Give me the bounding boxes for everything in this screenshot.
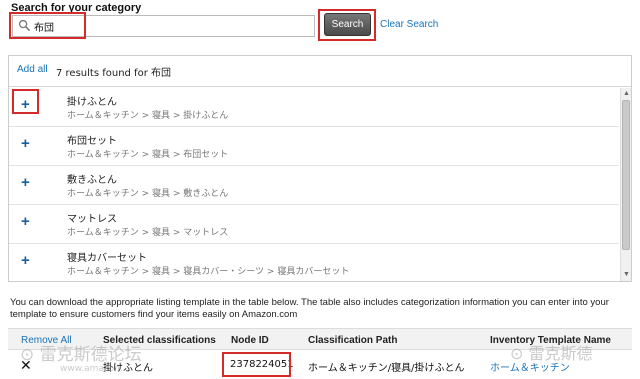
scroll-up-icon[interactable]: ▲ xyxy=(622,89,631,98)
results-scrollbar[interactable]: ▲ ▼ xyxy=(620,88,631,281)
remove-icon[interactable]: ✕ xyxy=(20,357,32,374)
search-title: Search for your category xyxy=(11,2,142,14)
table-row: ✕ 掛けふとん 2378224051 ホーム＆キッチン/寝具/掛けふとん ホーム… xyxy=(8,350,632,379)
header-node-id: Node ID xyxy=(231,335,269,346)
list-item: + 寝具カバーセット ホーム＆キッチン > 寝具 > 寝具カバー・シーツ > 寝… xyxy=(9,244,619,281)
classification-path-value: ホーム＆キッチン/寝具/掛けふとん xyxy=(308,363,465,374)
category-name: 掛けふとん xyxy=(67,97,117,108)
header-classifications: Selected classifications xyxy=(103,335,216,346)
selected-table: Remove All Selected classifications Node… xyxy=(8,328,632,379)
add-icon[interactable]: + xyxy=(21,136,30,151)
list-item: + 掛けふとん ホーム＆キッチン > 寝具 > 掛けふとん xyxy=(9,88,619,127)
header-classification-path: Classification Path xyxy=(308,335,398,346)
add-icon[interactable]: + xyxy=(21,214,30,229)
search-input[interactable] xyxy=(34,18,304,34)
clear-search-link[interactable]: Clear Search xyxy=(380,19,438,30)
category-name: 寝具カバーセット xyxy=(67,253,147,264)
category-path: ホーム＆キッチン > 寝具 > 寝具カバー・シーツ > 寝具カバーセット xyxy=(67,267,350,277)
search-box[interactable] xyxy=(12,15,315,37)
node-id-value: 2378224051 xyxy=(230,359,294,370)
category-name: 布団セット xyxy=(67,136,117,147)
category-path: ホーム＆キッチン > 寝具 > マットレス xyxy=(67,228,229,238)
list-item: + マットレス ホーム＆キッチン > 寝具 > マットレス xyxy=(9,205,619,244)
category-name: 敷きふとん xyxy=(67,175,117,186)
template-link[interactable]: ホーム＆キッチン xyxy=(490,359,570,374)
category-path: ホーム＆キッチン > 寝具 > 敷きふとん xyxy=(67,189,229,199)
category-path: ホーム＆キッチン > 寝具 > 布団セット xyxy=(67,150,229,160)
list-item: + 布団セット ホーム＆キッチン > 寝具 > 布団セット xyxy=(9,127,619,166)
magnifier-icon xyxy=(18,19,31,32)
scroll-thumb[interactable] xyxy=(622,100,630,250)
add-icon[interactable]: + xyxy=(21,97,30,112)
results-panel: Add all 7 results found for 布団 + 掛けふとん ホ… xyxy=(8,55,632,282)
remove-all-link[interactable]: Remove All xyxy=(21,335,72,346)
table-header: Remove All Selected classifications Node… xyxy=(8,328,632,350)
scroll-down-icon[interactable]: ▼ xyxy=(622,270,631,279)
info-text: You can download the appropriate listing… xyxy=(10,297,609,320)
category-name: マットレス xyxy=(67,214,117,225)
list-item: + 敷きふとん ホーム＆キッチン > 寝具 > 敷きふとん xyxy=(9,166,619,205)
category-path: ホーム＆キッチン > 寝具 > 掛けふとん xyxy=(67,111,229,121)
results-header: Add all 7 results found for 布団 xyxy=(9,56,631,87)
add-icon[interactable]: + xyxy=(21,253,30,268)
header-inventory-template: Inventory Template Name xyxy=(490,335,611,346)
results-count: 7 results found for 布団 xyxy=(56,68,171,79)
selected-classification: 掛けふとん xyxy=(103,363,153,374)
results-list: + 掛けふとん ホーム＆キッチン > 寝具 > 掛けふとん + 布団セット ホー… xyxy=(9,88,619,281)
add-icon[interactable]: + xyxy=(21,175,30,190)
add-all-link[interactable]: Add all xyxy=(17,64,48,75)
search-button[interactable]: Search xyxy=(324,13,371,36)
